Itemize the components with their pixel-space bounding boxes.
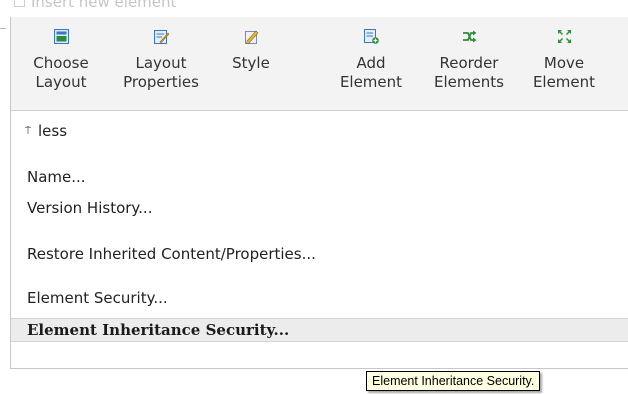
- menu-item-version-history[interactable]: Version History...: [11, 195, 628, 221]
- menu-item-label: Name...: [27, 168, 86, 186]
- menu-item-label: Restore Inherited Content/Properties...: [27, 245, 316, 263]
- layout-grid-icon: [53, 29, 69, 44]
- shuffle-icon: [462, 29, 477, 44]
- toolbar: Choose Layout Layout Properties Style Ad…: [11, 17, 628, 111]
- choose-layout-label-line1: Choose: [33, 54, 89, 72]
- menu-item-element-security[interactable]: Element Security...: [11, 285, 628, 311]
- ghost-header-text: Insert new element: [31, 0, 177, 11]
- edit-document-icon: [153, 29, 169, 44]
- divider: [0, 28, 6, 29]
- menu-item-label: Element Security...: [27, 289, 168, 307]
- layout-properties-label-line2: Properties: [123, 73, 199, 91]
- move-element-button[interactable]: Move Element: [519, 29, 609, 92]
- move-arrows-icon: [557, 29, 572, 44]
- add-element-button[interactable]: Add Element: [326, 29, 416, 92]
- choose-layout-label-line2: Layout: [35, 73, 87, 91]
- tooltip: Element Inheritance Security.: [366, 371, 541, 391]
- reorder-elements-label-line1: Reorder: [439, 54, 499, 72]
- layout-properties-label-line1: Layout: [135, 54, 187, 72]
- add-element-icon: [363, 29, 379, 44]
- insert-new-element-ghost-label: Insert new element: [14, 0, 176, 11]
- add-element-label-line2: Element: [339, 73, 403, 91]
- add-element-label-line1: Add: [356, 54, 386, 72]
- menu-item-name[interactable]: Name...: [11, 164, 628, 190]
- menu-item-restore-inherited[interactable]: Restore Inherited Content/Properties...: [11, 241, 628, 267]
- pencil-style-icon: [244, 29, 259, 44]
- reorder-elements-label-line2: Elements: [434, 73, 504, 91]
- element-menu-panel: Choose Layout Layout Properties Style Ad…: [10, 17, 628, 369]
- menu-item-label: Element Inheritance Security...: [27, 321, 290, 339]
- style-button[interactable]: Style: [206, 29, 296, 73]
- move-element-label-line1: Move: [543, 54, 585, 72]
- checkbox-icon: [14, 0, 25, 7]
- choose-layout-button[interactable]: Choose Layout: [16, 29, 106, 92]
- reorder-elements-button[interactable]: Reorder Elements: [424, 29, 514, 92]
- move-element-label-line2: Element: [532, 73, 596, 91]
- collapse-arrow-icon: ⍑: [25, 126, 31, 137]
- less-toggle-label: less: [38, 122, 68, 140]
- menu-item-element-inheritance-security[interactable]: Element Inheritance Security...: [11, 318, 628, 342]
- less-toggle[interactable]: ⍑ less: [25, 122, 67, 140]
- layout-properties-button[interactable]: Layout Properties: [116, 29, 206, 92]
- menu-item-label: Version History...: [27, 199, 153, 217]
- style-label-line1: Style: [232, 54, 270, 72]
